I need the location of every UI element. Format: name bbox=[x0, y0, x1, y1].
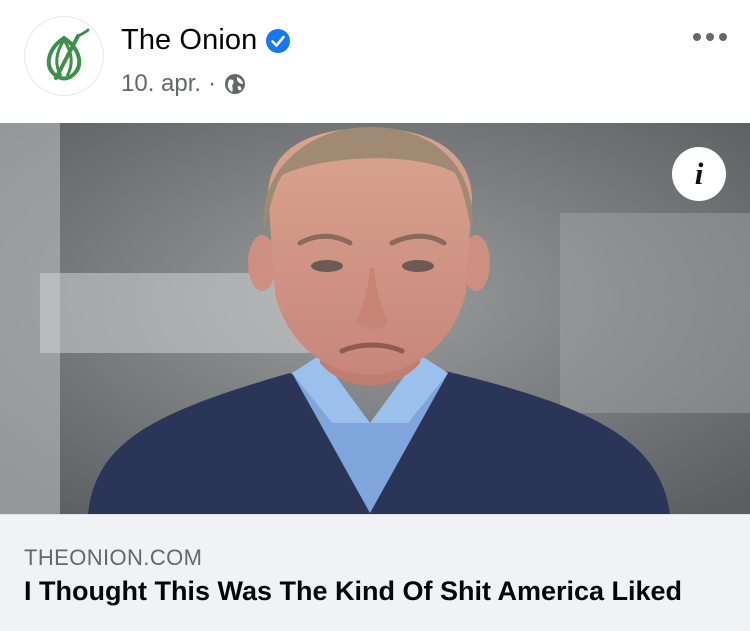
post-photo[interactable] bbox=[0, 123, 750, 514]
meta-separator: · bbox=[208, 70, 217, 97]
more-options-button[interactable] bbox=[688, 22, 732, 52]
link-domain: THEONION.COM bbox=[24, 545, 203, 570]
post-meta: 10. apr. · bbox=[121, 70, 247, 98]
globe-icon bbox=[223, 72, 247, 96]
info-button[interactable]: i bbox=[672, 147, 726, 201]
page-name-label[interactable]: The Onion bbox=[121, 24, 257, 57]
more-options-icon bbox=[693, 33, 727, 41]
link-preview-footer[interactable]: THEONION.COM I Thought This Was The Kind… bbox=[0, 514, 750, 631]
post-header: The Onion 10. apr. · bbox=[0, 0, 750, 123]
info-icon: i bbox=[694, 156, 704, 191]
onion-logo-icon bbox=[46, 28, 90, 81]
verified-badge-icon bbox=[265, 28, 291, 54]
page-name[interactable]: The Onion bbox=[121, 24, 291, 57]
post-date[interactable]: 10. apr. bbox=[121, 70, 201, 98]
page-avatar[interactable] bbox=[24, 16, 104, 96]
link-title[interactable]: I Thought This Was The Kind Of Shit Amer… bbox=[24, 576, 682, 607]
